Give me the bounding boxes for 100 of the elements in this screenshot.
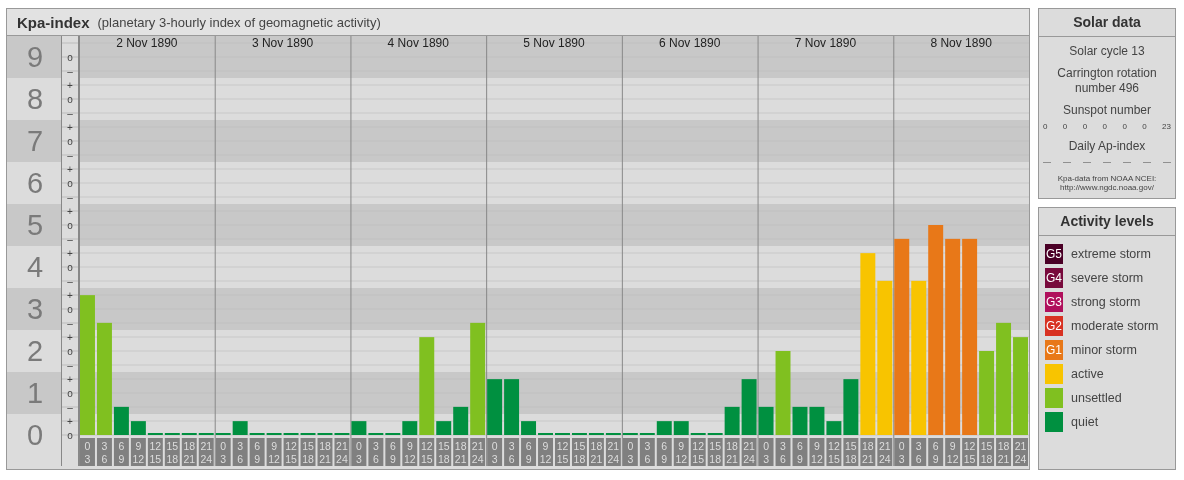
time-slot-label: 12 15	[826, 438, 842, 466]
time-slot-label: 18 21	[181, 438, 197, 466]
time-slot-label: 15 18	[436, 438, 452, 466]
sublevel-mark: +	[67, 331, 73, 343]
day-label: 8 Nov 1890	[930, 36, 992, 50]
time-slot-label: 9 12	[945, 438, 961, 466]
time-slot-label: 12 15	[555, 438, 570, 466]
day-label: 6 Nov 1890	[659, 36, 721, 50]
sunspot-heading: Sunspot number	[1062, 103, 1152, 118]
time-slot-label: 3 6	[775, 438, 791, 466]
x-tick-label: 0 3	[84, 440, 91, 465]
sublevel-mark: +	[67, 289, 73, 301]
ap-index-heading: Daily Ap-index	[1068, 138, 1146, 153]
day-label: 7 Nov 1890	[794, 36, 857, 50]
sunspot-value: 0	[1122, 121, 1127, 131]
sublevel-mark: +	[67, 163, 73, 175]
sublevel-mark: o	[67, 429, 73, 441]
axis-band	[7, 36, 61, 78]
credit-text: http://www.ngdc.noaa.gov/	[1060, 182, 1154, 192]
day-label: 4 Nov 1890	[387, 36, 449, 50]
sublevel-mark: –	[67, 317, 73, 329]
axis-band	[7, 120, 61, 162]
time-slot-label: 15 18	[571, 438, 587, 466]
sublevel-mark: –	[67, 107, 73, 119]
sublevel-mark: –	[67, 359, 73, 371]
x-tick-label: 0 3	[627, 440, 634, 465]
time-slot-label: 21 24	[877, 438, 893, 466]
time-slot-label: 21 24	[198, 438, 214, 466]
time-slot-label: 0 3	[351, 438, 367, 466]
x-tick-label: 6 9	[118, 440, 125, 465]
x-tick-label: 3 6	[372, 440, 379, 465]
axis-band	[7, 204, 61, 246]
ap-index-value: —	[1063, 156, 1071, 166]
sublevel-mark: +	[67, 247, 73, 259]
panel-title: Kpa-index	[17, 13, 90, 31]
x-tick-label: 3 6	[915, 440, 922, 465]
ap-index-value: —	[1123, 156, 1131, 166]
time-slot-label: 12 15	[147, 438, 163, 466]
carrington-text: Carrington rotation number 496	[1056, 66, 1158, 96]
panel-title: Activity levels	[1039, 207, 1175, 236]
axis-band	[7, 288, 61, 330]
y-tick-label: 2	[26, 335, 44, 367]
time-slot-label: 9 12	[538, 438, 553, 466]
panel-title: Solar data	[1039, 9, 1175, 37]
time-slot-label: 6 9	[113, 438, 129, 466]
time-slot-label: 12 15	[962, 438, 978, 466]
level-swatch: G5	[1045, 243, 1063, 264]
sublevel-mark: +	[67, 415, 73, 427]
time-slot-label: 18 21	[860, 438, 876, 466]
x-tick-label: 6 9	[932, 440, 939, 465]
sunspot-value: 23	[1162, 121, 1171, 131]
x-tick-label: 0 3	[491, 440, 498, 465]
ap-index-value: —	[1163, 156, 1171, 166]
sublevel-mark: –	[67, 275, 73, 287]
time-slot-label: 3 6	[639, 438, 655, 466]
time-slot-label: 3 6	[232, 438, 248, 466]
time-slot-label: 6 9	[249, 438, 265, 466]
time-slot-label: 12 15	[283, 438, 299, 466]
x-tick-label: 3 6	[644, 440, 651, 465]
time-slot-label: 0 3	[487, 438, 503, 466]
time-slot-label: 6 9	[521, 438, 537, 466]
y-tick-label: 4	[26, 251, 44, 283]
sublevel-mark: o	[67, 177, 73, 189]
level-swatch: G1	[1045, 339, 1063, 360]
day-label: 2 Nov 1890	[116, 36, 178, 50]
x-tick-label: 3 6	[780, 440, 787, 465]
time-slot-label: 9 12	[402, 438, 418, 466]
x-tick-label: 0 3	[898, 440, 905, 465]
level-swatch: G3	[1045, 291, 1063, 312]
x-tick-label: 6 9	[389, 440, 396, 465]
ap-index-value: —	[1083, 156, 1091, 166]
sublevel-mark: o	[67, 219, 73, 231]
time-slot-label: 9 12	[266, 438, 282, 466]
level-label: active	[1071, 366, 1104, 381]
time-slot-label: 21 24	[605, 438, 621, 466]
x-tick-label: 6 9	[797, 440, 804, 465]
level-swatch: G4	[1045, 267, 1063, 288]
x-tick-label: 0 3	[763, 440, 770, 465]
solar-cycle-text: Solar cycle 13	[1069, 44, 1145, 59]
time-slot-label: 6 9	[656, 438, 672, 466]
time-slot-label: 15 18	[164, 438, 180, 466]
y-tick-label: 7	[26, 125, 44, 157]
y-tick-label: 8	[26, 83, 44, 115]
sublevel-mark: o	[67, 345, 73, 357]
time-slot-label: 0 3	[80, 438, 95, 466]
time-slot-label: 6 9	[928, 438, 944, 466]
y-tick-label: 9	[26, 41, 44, 73]
time-slot-label: 15 18	[707, 438, 723, 466]
sunspot-value: 0	[1062, 121, 1068, 131]
time-slot-label: 18 21	[317, 438, 333, 466]
y-tick-label: 5	[26, 209, 44, 241]
time-slot-label: 9 12	[130, 438, 146, 466]
sublevel-mark: +	[67, 121, 73, 133]
x-tick-label: 0 3	[355, 440, 362, 465]
time-slot-label: 15 18	[979, 438, 995, 466]
x-tick-label: 0 3	[220, 440, 227, 465]
axis-band	[7, 372, 61, 414]
x-tick-label: 3 6	[237, 440, 244, 465]
sublevel-mark: –	[67, 65, 73, 77]
sublevel-mark: –	[67, 149, 73, 161]
